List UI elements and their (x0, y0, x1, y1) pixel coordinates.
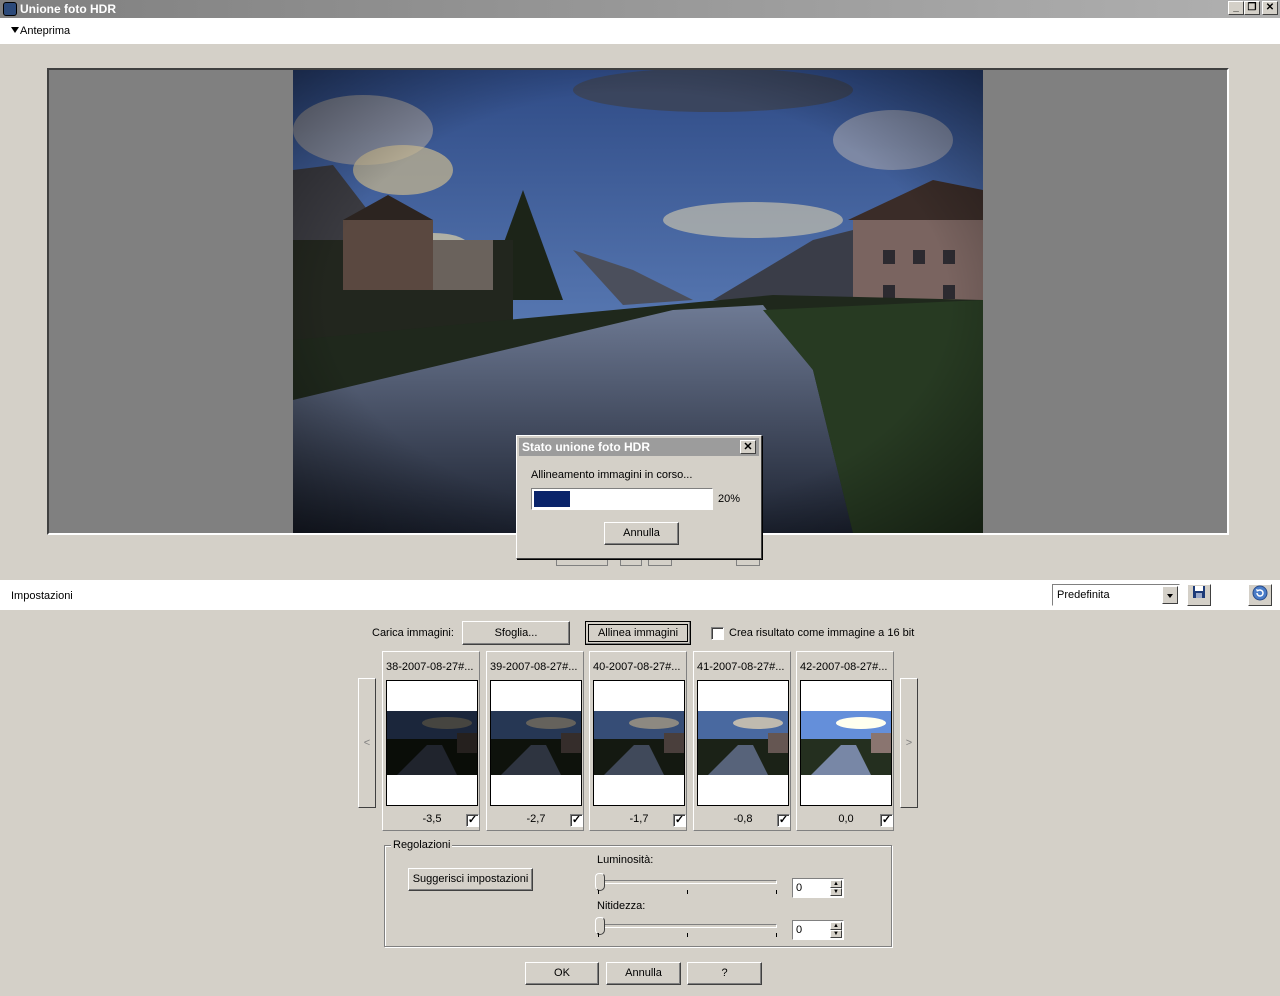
thumbnail-checkbox[interactable]: ✓ (777, 814, 790, 827)
brightness-spinner[interactable]: 0 ▲ ▼ (792, 878, 844, 898)
thumbnail-name: 42-2007-08-27#... (800, 661, 888, 673)
brightness-value: 0 (796, 882, 803, 894)
thumbnail-image[interactable] (490, 680, 582, 806)
dialog-close-button[interactable]: ✕ (740, 440, 756, 454)
suggest-settings-label: Suggerisci impostazioni (412, 873, 529, 885)
collapse-triangle-icon (11, 27, 19, 33)
sharpness-spinner[interactable]: 0 ▲ ▼ (792, 920, 844, 940)
progress-dialog: Stato unione foto HDR ✕ Allineamento imm… (516, 435, 762, 559)
brightness-slider-thumb[interactable] (595, 873, 605, 891)
ok-button[interactable]: OK (525, 962, 599, 985)
thumbnail-name: 40-2007-08-27#... (593, 661, 681, 673)
thumbnail-item[interactable]: 39-2007-08-27#... -2,7 ✓ (486, 651, 584, 831)
thumbnail-image[interactable] (386, 680, 478, 806)
preview-section-header[interactable]: Anteprima (0, 18, 1280, 44)
16bit-checkbox-label: Crea risultato come immagine a 16 bit (729, 627, 915, 639)
thumbnail-photo (387, 711, 477, 775)
sharpness-slider-track[interactable] (597, 924, 777, 928)
adjustments-group: Regolazioni Suggerisci impostazioni Lumi… (384, 839, 892, 947)
sharpness-label: Nitidezza: (597, 900, 646, 912)
cancel-button[interactable]: Annulla (606, 962, 681, 985)
dialog-title: Stato unione foto HDR (522, 440, 650, 454)
minimize-button[interactable]: _ (1228, 1, 1244, 15)
save-preset-button[interactable] (1187, 584, 1211, 606)
align-images-button[interactable]: Allinea immagini (585, 621, 691, 645)
thumbnail-image[interactable] (697, 680, 789, 806)
thumbnail-checkbox[interactable]: ✓ (880, 814, 893, 827)
preset-dropdown[interactable]: Predefinita (1052, 584, 1180, 606)
sharpness-slider-thumb[interactable] (595, 917, 605, 935)
thumbnail-image[interactable] (800, 680, 892, 806)
spin-up-icon[interactable]: ▲ (830, 880, 842, 888)
thumbnail-image[interactable] (593, 680, 685, 806)
spin-down-icon[interactable]: ▼ (830, 888, 842, 896)
progress-fill (534, 491, 570, 507)
brightness-slider-track[interactable] (597, 880, 777, 884)
dialog-title-bar: Stato unione foto HDR ✕ (519, 438, 759, 456)
close-button[interactable]: ✕ (1262, 1, 1278, 15)
thumbnail-item[interactable]: 40-2007-08-27#... -1,7 ✓ (589, 651, 687, 831)
thumbnails-next-button[interactable]: > (900, 678, 918, 808)
sharpness-tick (598, 933, 599, 937)
thumbnail-name: 38-2007-08-27#... (386, 661, 474, 673)
load-images-label: Carica immagini: (372, 627, 454, 639)
adjustments-group-title: Regolazioni (391, 839, 453, 851)
reset-button[interactable] (1248, 584, 1272, 606)
spin-down-icon[interactable]: ▼ (830, 930, 842, 938)
chevron-down-icon[interactable] (1162, 586, 1178, 604)
dialog-cancel-button[interactable]: Annulla (604, 522, 679, 545)
thumbnail-checkbox[interactable]: ✓ (466, 814, 479, 827)
brightness-tick (598, 890, 599, 894)
thumbnail-name: 39-2007-08-27#... (490, 661, 578, 673)
thumbnail-photo (698, 711, 788, 775)
brightness-tick (776, 890, 777, 894)
thumbnail-item[interactable]: 38-2007-08-27#... -3,5 ✓ (382, 651, 480, 831)
thumbnail-item[interactable]: 42-2007-08-27#... 0,0 ✓ (796, 651, 894, 831)
thumbnails-prev-button[interactable]: < (358, 678, 376, 808)
thumbnail-photo (801, 711, 891, 775)
thumbnail-photo (594, 711, 684, 775)
thumbnail-checkbox[interactable]: ✓ (673, 814, 686, 827)
settings-header-label: Impostazioni (11, 590, 73, 602)
thumbnail-name: 41-2007-08-27#... (697, 661, 785, 673)
browse-button[interactable]: Sfoglia... (462, 621, 570, 645)
sharpness-tick (687, 933, 688, 937)
spin-up-icon[interactable]: ▲ (830, 922, 842, 930)
brightness-tick (687, 890, 688, 894)
16bit-checkbox[interactable] (711, 627, 724, 640)
suggest-settings-button[interactable]: Suggerisci impostazioni (408, 868, 533, 891)
brightness-label: Luminosità: (597, 854, 654, 866)
help-button[interactable]: ? (687, 962, 762, 985)
floppy-disk-icon (1193, 586, 1205, 598)
preset-value: Predefinita (1057, 589, 1110, 601)
progress-message: Allineamento immagini in corso... (531, 469, 693, 481)
preview-toggle[interactable]: Anteprima (11, 25, 70, 37)
app-icon (3, 2, 17, 16)
sharpness-value: 0 (796, 924, 803, 936)
reset-icon (1252, 585, 1268, 601)
thumbnail-checkbox[interactable]: ✓ (570, 814, 583, 827)
thumbnail-item[interactable]: 41-2007-08-27#... -0,8 ✓ (693, 651, 791, 831)
sharpness-tick (776, 933, 777, 937)
window-title: Unione foto HDR (20, 2, 116, 16)
thumbnail-photo (491, 711, 581, 775)
title-bar: Unione foto HDR _ ❐ ✕ (0, 0, 1280, 18)
progress-bar (531, 488, 713, 510)
progress-percent: 20% (718, 493, 741, 505)
restore-button[interactable]: ❐ (1244, 1, 1260, 15)
